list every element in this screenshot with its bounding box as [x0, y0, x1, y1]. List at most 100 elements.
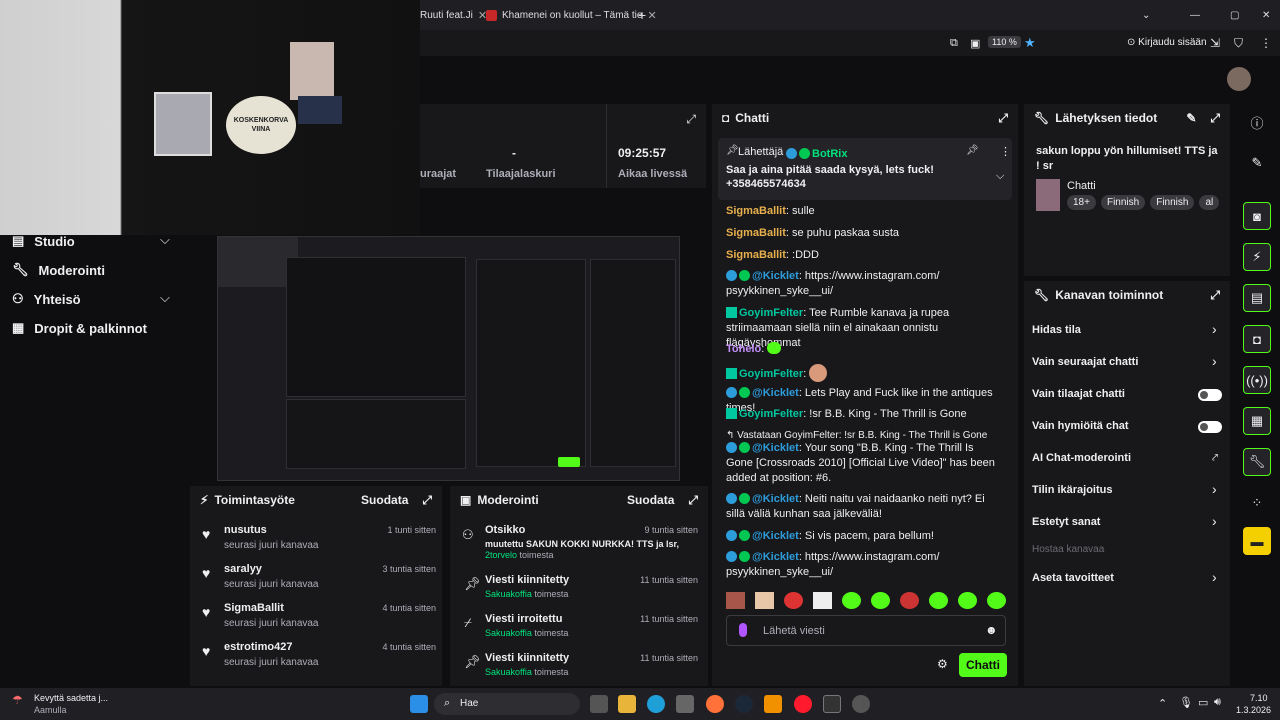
- unpin-icon[interactable]: 📌︎: [966, 145, 979, 156]
- nav-item-drops[interactable]: ▦ Dropit & palkinnot: [12, 320, 147, 336]
- browser-tab[interactable]: Khamenei on kuollut – Tämä tie ✕: [486, 6, 657, 24]
- emote-icon[interactable]: [871, 592, 890, 609]
- shield-icon[interactable]: ⛉: [1234, 36, 1243, 51]
- nav-item-studio[interactable]: ▤ Studio: [12, 233, 75, 249]
- avatar[interactable]: [1227, 67, 1251, 91]
- category-thumbnail[interactable]: [1036, 179, 1060, 211]
- clock-date[interactable]: 1.3.2026: [1236, 705, 1271, 715]
- action-set-goals[interactable]: Aseta tavoitteet: [1032, 572, 1114, 584]
- emote-icon[interactable]: [842, 592, 861, 609]
- new-tab-button[interactable]: +: [638, 6, 646, 24]
- popout-icon[interactable]: ⤢: [686, 112, 696, 127]
- emote-icon[interactable]: [900, 592, 919, 609]
- steam-icon[interactable]: [735, 695, 753, 713]
- tag[interactable]: Finnish: [1100, 195, 1146, 210]
- edit-icon[interactable]: ✎: [1243, 149, 1271, 177]
- edge-icon[interactable]: [647, 695, 665, 713]
- weather-text[interactable]: Kevyttä sadetta j...: [34, 693, 108, 703]
- network-icon[interactable]: ▭: [1198, 696, 1208, 709]
- chevron-up-icon[interactable]: ⌃: [1158, 697, 1167, 710]
- obs-icon[interactable]: [852, 695, 870, 713]
- chevron-right-icon[interactable]: ›: [1212, 321, 1217, 337]
- tag[interactable]: Finnish: [1150, 195, 1195, 210]
- chevron-down-icon[interactable]: ⌵: [160, 290, 170, 306]
- info-icon[interactable]: ⓘ: [1243, 108, 1271, 136]
- browser-tab[interactable]: Ruuti feat.Ji ✕: [420, 6, 487, 24]
- chevron-down-icon[interactable]: ⌄: [1142, 6, 1150, 24]
- bookmark-star-icon[interactable]: ★: [1024, 35, 1036, 51]
- document-icon[interactable]: ▤: [1243, 284, 1271, 312]
- file-explorer-icon[interactable]: [618, 695, 636, 713]
- popout-icon[interactable]: ⤢: [422, 493, 432, 508]
- emote-icon[interactable]: [784, 592, 803, 609]
- broadcast-icon[interactable]: ((•)): [1243, 366, 1271, 394]
- popout-icon[interactable]: ⤢: [1210, 288, 1220, 303]
- tag[interactable]: al: [1199, 195, 1220, 210]
- opera-icon[interactable]: [794, 695, 812, 713]
- action-age-restriction[interactable]: Tilin ikärajoitus: [1032, 484, 1113, 496]
- clock-time[interactable]: 7.10: [1250, 693, 1268, 703]
- bolt-icon[interactable]: ⚡︎: [1243, 243, 1271, 271]
- emote-icon[interactable]: [929, 592, 948, 609]
- chevron-right-icon[interactable]: ›: [1212, 513, 1217, 529]
- stream-preview[interactable]: [217, 236, 680, 481]
- firefox-icon[interactable]: [706, 695, 724, 713]
- action-slow-mode[interactable]: Hidas tila: [1032, 324, 1081, 336]
- screenshot-icon[interactable]: ▣: [970, 37, 980, 50]
- subscribers-only-toggle[interactable]: [1198, 389, 1222, 401]
- vlc-icon[interactable]: [764, 695, 782, 713]
- emote-icon[interactable]: [813, 592, 832, 609]
- start-icon[interactable]: [410, 695, 428, 713]
- tag[interactable]: 18+: [1067, 195, 1096, 210]
- microphone-icon[interactable]: [739, 623, 747, 637]
- layout-icon[interactable]: ▦: [1243, 407, 1271, 435]
- chevron-right-icon[interactable]: ›: [1212, 353, 1217, 369]
- task-view-icon[interactable]: [590, 695, 608, 713]
- filter-button[interactable]: Suodata: [361, 493, 408, 507]
- emoji-icon[interactable]: ☻: [985, 623, 998, 637]
- menu-icon[interactable]: ⋮: [1260, 36, 1272, 50]
- moderator-name[interactable]: Sakuakoffia: [485, 628, 532, 638]
- edit-icon[interactable]: ✎: [1186, 111, 1196, 125]
- close-icon[interactable]: ✕: [647, 9, 656, 22]
- terminal-icon[interactable]: [823, 695, 841, 713]
- wrench-icon[interactable]: 🔧︎: [1243, 448, 1271, 476]
- chevron-down-icon[interactable]: ⌵: [160, 232, 170, 248]
- volume-icon[interactable]: 🔊︎: [1214, 696, 1221, 709]
- action-followers-only[interactable]: Vain seuraajat chatti: [1032, 356, 1138, 368]
- nav-item-community[interactable]: ⚇ Yhteisö: [12, 291, 81, 307]
- window-close-icon[interactable]: ✕: [1262, 6, 1270, 24]
- chat-input[interactable]: Lähetä viesti ☻: [726, 615, 1006, 646]
- external-link-icon[interactable]: ⤤: [1212, 452, 1218, 465]
- popout-icon[interactable]: ⤢: [998, 111, 1008, 126]
- gear-icon[interactable]: ⚙: [937, 657, 948, 671]
- moderator-name[interactable]: Sakuakoffia: [485, 589, 532, 599]
- emote-icon[interactable]: [755, 592, 774, 609]
- emotes-only-toggle[interactable]: [1198, 421, 1222, 433]
- minimize-icon[interactable]: —: [1190, 6, 1200, 24]
- store-icon[interactable]: [676, 695, 694, 713]
- camera-icon[interactable]: ◙: [1243, 202, 1271, 230]
- microphone-icon[interactable]: 🎙︎: [1179, 696, 1193, 709]
- emote-icon[interactable]: [987, 592, 1006, 609]
- zoom-level[interactable]: 110 %: [988, 36, 1021, 48]
- popout-icon[interactable]: ⤢: [1210, 111, 1220, 126]
- filter-button[interactable]: Suodata: [627, 493, 674, 507]
- moderator-name[interactable]: Sakuakoffia: [485, 667, 532, 677]
- chevron-right-icon[interactable]: ›: [1212, 569, 1217, 585]
- apps-icon[interactable]: ⁘: [1243, 489, 1271, 517]
- weather-icon[interactable]: ☂: [12, 693, 23, 707]
- send-chat-button[interactable]: Chatti: [959, 653, 1007, 677]
- maximize-icon[interactable]: ▢: [1230, 6, 1239, 24]
- popout-icon[interactable]: ⤢: [688, 493, 698, 508]
- nav-item-moderation[interactable]: 🔧︎ Moderointi: [12, 262, 105, 278]
- action-blocked-words[interactable]: Estetyt sanat: [1032, 516, 1100, 528]
- login-button[interactable]: ⊙ Kirjaudu sisään: [1127, 37, 1207, 48]
- extensions-icon[interactable]: ⇲: [1210, 36, 1220, 50]
- taskbar-search[interactable]: ⌕ Hae: [434, 693, 580, 715]
- emote-icon[interactable]: [726, 592, 745, 609]
- clapper-icon[interactable]: ▬: [1243, 527, 1271, 555]
- category-name[interactable]: Chatti: [1067, 180, 1096, 192]
- chevron-right-icon[interactable]: ›: [1212, 481, 1217, 497]
- moderator-name[interactable]: 2torvelo: [485, 550, 517, 560]
